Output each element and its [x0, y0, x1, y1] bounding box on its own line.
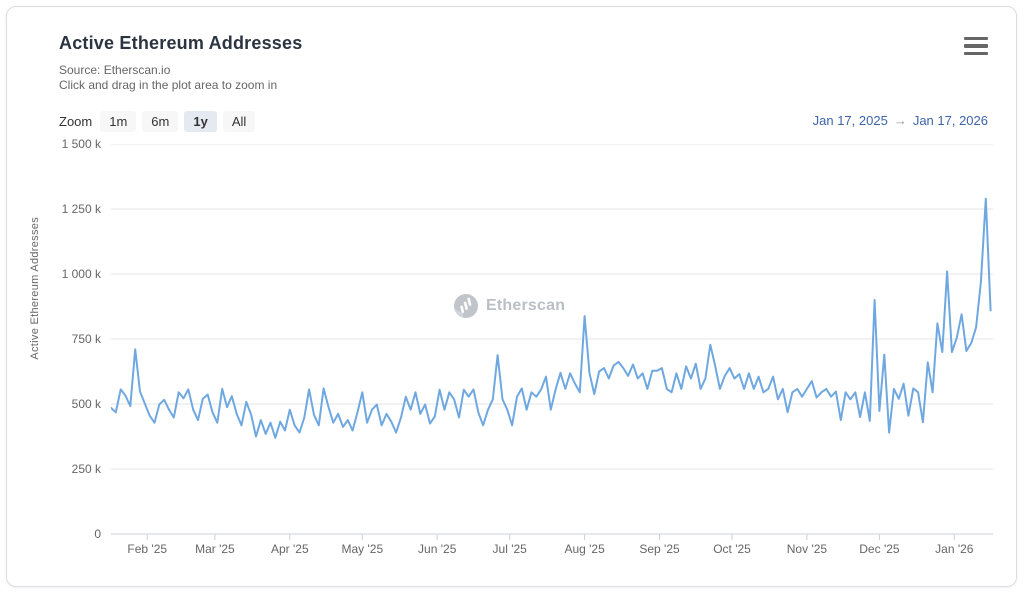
x-axis-label: Jul '25: [492, 542, 527, 556]
y-axis-label: 1 500 k: [61, 137, 101, 151]
x-axis-label: Mar '25: [195, 542, 235, 556]
x-axis-label: Aug '25: [564, 542, 605, 556]
zoom-label: Zoom: [59, 113, 93, 129]
chart-title: Active Ethereum Addresses: [59, 33, 303, 53]
y-axis-label: 1 250 k: [61, 202, 101, 216]
x-axis-label: Jun '25: [418, 542, 457, 556]
x-axis-label: Jan '26: [935, 542, 974, 556]
zoom-button-1m[interactable]: 1m: [100, 110, 137, 132]
x-axis-label: Apr '25: [270, 542, 309, 556]
chart-card: Active Ethereum Addresses Source: Ethers…: [6, 6, 1017, 587]
y-axis-label: 250 k: [71, 462, 101, 476]
hamburger-bar: [964, 37, 988, 41]
zoom-button-1y[interactable]: 1y: [184, 110, 217, 132]
y-axis-label: 750 k: [71, 332, 101, 346]
line-chart-plot-area[interactable]: [111, 144, 1001, 542]
zoom-buttons: 1m 6m 1y All: [100, 110, 256, 132]
zoom-toolbar: Zoom 1m 6m 1y All: [59, 109, 256, 133]
range-end[interactable]: Jan 17, 2026: [913, 113, 988, 128]
hamburger-bar: [964, 44, 988, 48]
y-axis-label: 1 000 k: [61, 267, 101, 281]
x-axis-label: May '25: [341, 542, 384, 556]
x-axis-label: Sep '25: [639, 542, 680, 556]
zoom-button-6m[interactable]: 6m: [142, 110, 179, 132]
range-arrow-icon: →: [893, 113, 907, 128]
chart-subtitle: Source: Etherscan.io Click and drag in t…: [59, 63, 277, 93]
x-axis-label: Feb '25: [127, 542, 168, 556]
date-range: Jan 17, 2025 → Jan 17, 2026: [813, 113, 988, 128]
subtitle-source: Source: Etherscan.io: [59, 63, 171, 77]
y-axis-label: 500 k: [71, 397, 101, 411]
y-axis-label: 0: [94, 527, 101, 541]
subtitle-hint: Click and drag in the plot area to zoom …: [59, 78, 278, 92]
hamburger-menu-icon[interactable]: [964, 37, 988, 55]
x-axis-label: Nov '25: [786, 542, 828, 556]
range-start[interactable]: Jan 17, 2025: [813, 113, 888, 128]
x-axis-label: Dec '25: [859, 542, 900, 556]
x-axis-label: Oct '25: [713, 542, 751, 556]
zoom-button-all[interactable]: All: [222, 110, 256, 132]
hamburger-bar: [964, 51, 988, 55]
x-axis-labels: Feb '25 Mar '25 Apr '25 May '25 Jun '25 Jul '…: [7, 542, 1018, 560]
